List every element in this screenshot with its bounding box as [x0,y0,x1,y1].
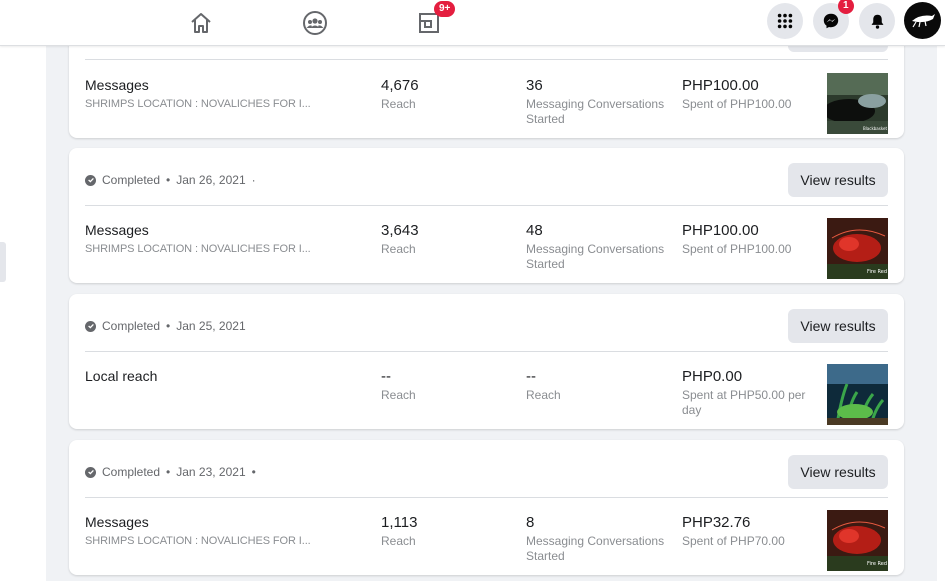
spend-value: PHP32.76 [682,514,751,531]
results-value: -- [526,368,536,385]
spend-label: Spent of PHP70.00 [682,534,785,548]
card-divider [85,351,888,352]
reach-value: 3,643 [381,222,419,239]
ad-thumbnail[interactable] [827,364,888,425]
checkmark-icon [85,174,96,186]
results-value: 48 [526,222,543,239]
thumbnail-caption: Blackbasket [863,126,888,131]
separator-dot: • [251,465,256,479]
card-header: Completed • Jan 23, 2021 • View results [69,440,904,498]
campaign-subtitle: SHRIMPS LOCATION : NOVALICHES FOR I... [85,535,311,547]
menu-button[interactable] [767,3,803,39]
profile-logo-icon [912,14,935,28]
grid-menu-icon [777,13,793,29]
spend-label: Spent at PHP50.00 per day [682,388,806,417]
campaign-subtitle: SHRIMPS LOCATION : NOVALICHES FOR I... [85,98,311,110]
reach-metric: 4,676 Reach [381,77,419,112]
results-label: Reach [526,388,561,402]
campaign-row: Messages SHRIMPS LOCATION : NOVALICHES F… [69,73,904,147]
top-navigation-bar: 9+ 1 [0,0,945,46]
campaign-status: Completed • Jan 23, 2021 • [85,465,256,479]
card-divider [85,497,888,498]
spend-value: PHP0.00 [682,368,743,385]
spend-metric: PHP100.00 Spent of PHP100.00 [682,77,817,112]
ad-thumbnail[interactable]: Blackbasket [827,73,888,134]
campaign-date: Jan 25, 2021 [176,319,246,333]
reach-label: Reach [381,242,416,256]
campaign-card: Completed • Jan 23, 2021 • View results … [69,440,904,575]
card-header: Completed • Jan 25, 2021 View results [69,294,904,352]
campaign-name: Messages [85,514,149,530]
groups-icon[interactable] [300,8,330,38]
home-icon[interactable] [186,8,216,38]
checkmark-icon [85,320,96,332]
spend-label: Spent of PHP100.00 [682,97,792,111]
reach-value: 4,676 [381,77,419,94]
ad-thumbnail[interactable]: Fire Red [827,218,888,279]
campaign-date: Jan 26, 2021 [176,173,246,187]
card-divider [85,59,888,60]
results-metric: 48 Messaging Conversations Started [526,222,666,272]
reach-label: Reach [381,388,416,402]
campaign-card: Completed • Jan 25, 2021 View results Lo… [69,294,904,429]
bell-icon [871,14,883,29]
view-results-button[interactable]: View results [788,309,888,343]
campaign-row: Messages SHRIMPS LOCATION : NOVALICHES F… [69,510,904,581]
results-metric: -- Reach [526,368,666,403]
separator-dot: • [166,319,171,333]
notifications-button[interactable] [859,3,895,39]
card-divider [85,205,888,206]
campaign-status: Completed • Jan 26, 2021 · [85,173,256,187]
results-metric: 36 Messaging Conversations Started [526,77,666,127]
spend-value: PHP100.00 [682,222,759,239]
reach-value: -- [381,368,391,385]
status-label: Completed [102,465,161,479]
results-value: 8 [526,514,535,531]
campaign-date: Jan 23, 2021 [176,465,246,479]
card-header: Completed • Jan 26, 2021 · View results [69,148,904,206]
reach-metric: -- Reach [381,368,416,403]
reach-label: Reach [381,534,416,548]
results-label: Messaging Conversations Started [526,97,665,126]
campaign-row: Local reach -- Reach -- Reach PHP0.00 Sp… [69,364,904,438]
results-metric: 8 Messaging Conversations Started [526,514,666,564]
campaign-name: Local reach [85,368,158,384]
profile-avatar[interactable] [904,2,941,39]
reach-metric: 3,643 Reach [381,222,419,257]
campaign-row: Messages SHRIMPS LOCATION : NOVALICHES F… [69,218,904,292]
campaign-subtitle: SHRIMPS LOCATION : NOVALICHES FOR I... [85,243,311,255]
campaign-name: Messages [85,77,149,93]
campaign-card: Completed • Jan 26, 2021 · View results … [69,148,904,283]
thumbnail-caption: Fire Red [867,269,887,275]
sidebar-collapse-handle[interactable] [0,242,6,282]
separator-dot: · [251,173,256,187]
results-label: Messaging Conversations Started [526,242,665,271]
spend-metric: PHP0.00 Spent at PHP50.00 per day [682,368,817,418]
status-label: Completed [102,319,161,333]
pages-notification-badge: 9+ [434,1,456,17]
results-value: 36 [526,77,543,94]
messenger-badge: 1 [838,0,854,14]
thumbnail-caption: Fire Red [867,561,887,567]
spend-label: Spent of PHP100.00 [682,242,792,256]
ad-thumbnail[interactable]: Fire Red [827,510,888,571]
spend-metric: PHP32.76 Spent of PHP70.00 [682,514,817,549]
right-edge [937,46,945,581]
reach-label: Reach [381,97,416,111]
spend-metric: PHP100.00 Spent of PHP100.00 [682,222,817,257]
separator-dot: • [166,465,171,479]
reach-value: 1,113 [381,514,418,531]
campaign-name: Messages [85,222,149,238]
separator-dot: • [166,173,171,187]
checkmark-icon [85,466,96,478]
view-results-button[interactable]: View results [788,163,888,197]
reach-metric: 1,113 Reach [381,514,417,549]
status-label: Completed [102,173,161,187]
spend-value: PHP100.00 [682,77,759,94]
results-label: Messaging Conversations Started [526,534,665,563]
left-sidebar-edge [0,46,46,581]
messenger-icon [823,13,839,29]
campaign-status: Completed • Jan 25, 2021 [85,319,246,333]
view-results-button[interactable]: View results [788,455,888,489]
